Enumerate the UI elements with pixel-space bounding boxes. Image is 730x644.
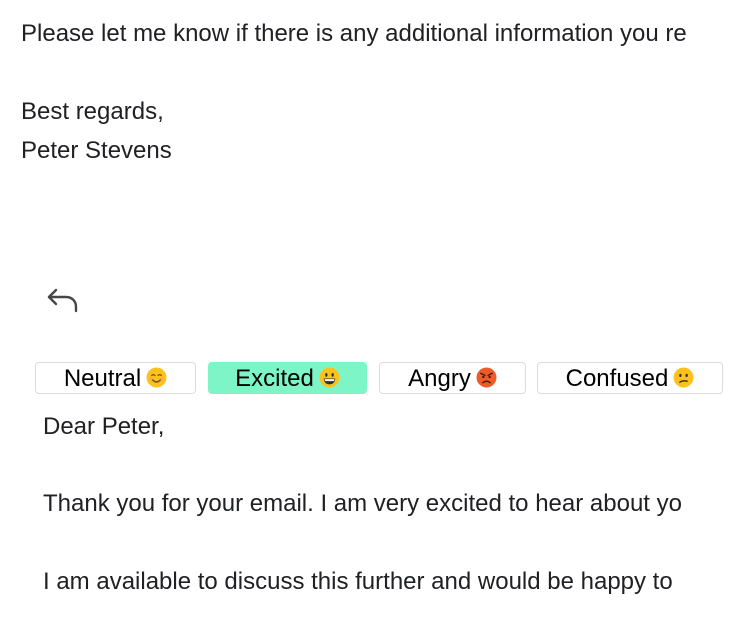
tone-neutral-button[interactable]: Neutral: [35, 362, 196, 394]
tone-angry-button[interactable]: Angry: [379, 362, 526, 394]
draft-paragraph: Thank you for your email. I am very exci…: [43, 490, 682, 517]
tone-label: Neutral: [63, 365, 142, 392]
email-closing: Best regards,: [21, 98, 164, 125]
tone-label: Excited: [235, 365, 314, 392]
draft-greeting: Dear Peter,: [43, 413, 165, 440]
smiling-face-icon: [146, 367, 167, 388]
reply-icon[interactable]: [46, 286, 80, 314]
email-body-line: Please let me know if there is any addit…: [21, 20, 687, 47]
tone-confused-button[interactable]: Confused: [537, 362, 723, 394]
tone-label: Confused: [565, 365, 669, 392]
confused-face-icon: [673, 367, 694, 388]
angry-face-icon: [476, 367, 497, 388]
tone-excited-button[interactable]: Excited: [208, 362, 367, 394]
email-signature: Peter Stevens: [21, 137, 172, 164]
tone-label: Angry: [408, 365, 471, 392]
grinning-face-icon: [319, 367, 340, 388]
draft-paragraph: I am available to discuss this further a…: [43, 568, 673, 595]
